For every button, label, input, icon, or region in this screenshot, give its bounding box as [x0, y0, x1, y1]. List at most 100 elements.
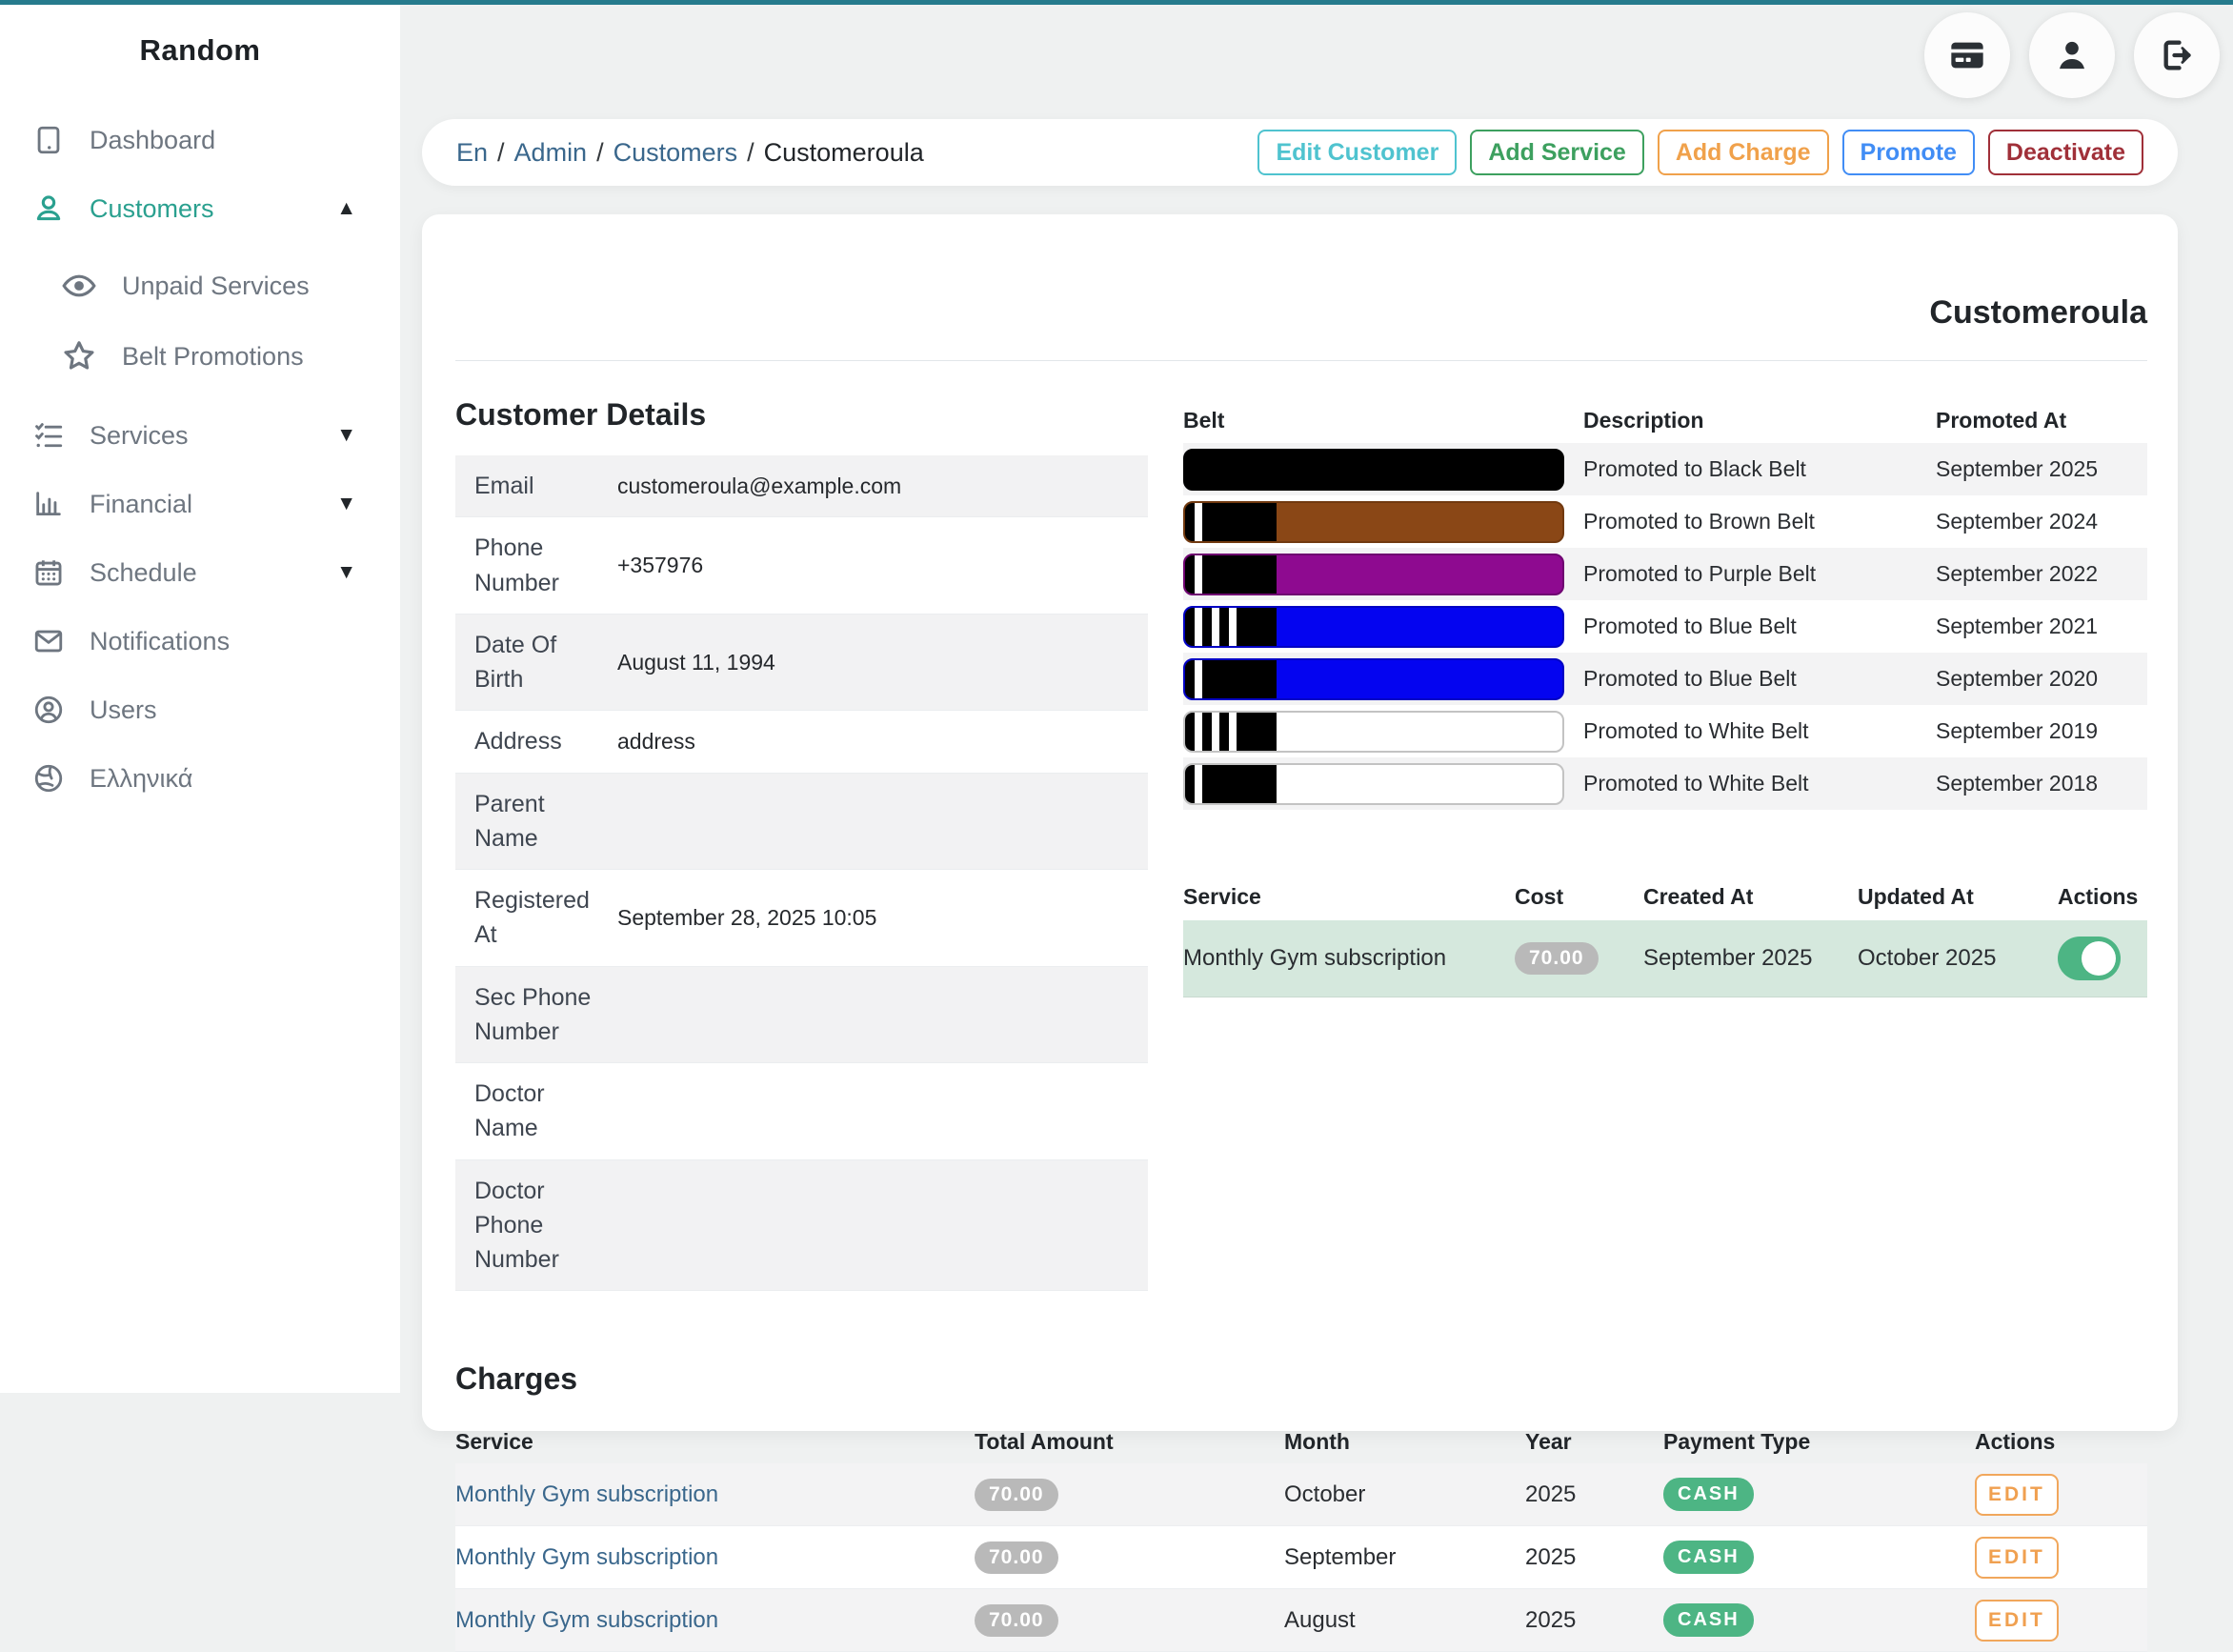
person-icon: [36, 195, 61, 221]
detail-label: Parent Name: [474, 790, 545, 852]
belt-table-header: Belt Description Promoted At: [1183, 397, 2147, 443]
belt-promoted-at: September 2021: [1936, 614, 2099, 638]
eye-icon: [62, 274, 96, 297]
deactivate-button[interactable]: Deactivate: [1987, 130, 2143, 175]
payment-type-badge: CASH: [1663, 1603, 1754, 1638]
sidebar-item-customers[interactable]: Customers ▲: [0, 174, 400, 243]
col-header-payment-type: Payment Type: [1663, 1428, 1811, 1454]
edit-customer-button[interactable]: Edit Customer: [1257, 130, 1458, 175]
edit-charge-button[interactable]: EDIT: [1975, 1473, 2059, 1516]
charge-row: Monthly Gym subscription 70.00 October 2…: [455, 1463, 2147, 1527]
charge-year: 2025: [1525, 1606, 1577, 1633]
charge-row: Monthly Gym subscription 70.00 September…: [455, 1526, 2147, 1590]
detail-row-phone: Phone Number +357976: [455, 517, 1148, 614]
service-updated-at: October 2025: [1858, 945, 1997, 971]
col-header-updated-at: Updated At: [1858, 883, 1974, 909]
detail-value: September 28, 2025 10:05: [617, 904, 877, 930]
page-title: Customeroula: [1929, 294, 2147, 331]
sidebar-item-label: Customers: [90, 193, 214, 223]
breadcrumb-link-customers[interactable]: Customers: [614, 138, 738, 167]
customer-action-buttons: Edit Customer Add Service Add Charge Pro…: [1257, 130, 2143, 175]
sidebar-item-dashboard[interactable]: Dashboard: [0, 106, 400, 174]
sidebar-item-financial[interactable]: Financial ▼: [0, 470, 400, 538]
detail-label: Registered At: [474, 887, 590, 949]
brand-logo: Random: [139, 33, 261, 67]
tablet-icon: [37, 126, 60, 154]
breadcrumb: En / Admin / Customers / Customeroula: [456, 138, 924, 168]
col-header-promoted-at: Promoted At: [1936, 407, 2067, 433]
belt-description: Promoted to Brown Belt: [1583, 509, 1815, 534]
charge-service-link[interactable]: Monthly Gym subscription: [455, 1607, 718, 1633]
black-belt-graphic: [1183, 448, 1564, 491]
sidebar-item-services[interactable]: Services ▼: [0, 401, 400, 470]
belt-row: Promoted to White Belt September 2018: [1183, 757, 2147, 810]
caret-down-icon: ▼: [336, 493, 356, 514]
sidebar-item-belt-promotions[interactable]: Belt Promotions: [0, 321, 400, 392]
breadcrumb-separator: /: [497, 137, 505, 167]
breadcrumb-link-admin[interactable]: Admin: [514, 138, 588, 167]
charge-service-link[interactable]: Monthly Gym subscription: [455, 1481, 718, 1507]
detail-label: Email: [474, 473, 534, 499]
checklist-icon: [35, 423, 63, 448]
belt-row: Promoted to Brown Belt September 2024: [1183, 495, 2147, 548]
col-header-description: Description: [1583, 407, 1704, 433]
logout-button[interactable]: [2134, 12, 2220, 98]
sidebar-item-label: Unpaid Services: [122, 271, 310, 300]
belt-promoted-at: September 2020: [1936, 666, 2099, 691]
detail-value: August 11, 1994: [617, 649, 775, 675]
detail-label: Doctor Name: [474, 1080, 545, 1142]
credit-card-icon: [1951, 42, 1983, 69]
star-icon: [64, 341, 94, 370]
envelope-icon: [34, 630, 63, 653]
col-header-belt: Belt: [1183, 407, 1225, 433]
breadcrumb-current: Customeroula: [763, 137, 924, 167]
edit-charge-button[interactable]: EDIT: [1975, 1599, 2059, 1642]
detail-row-dob: Date Of Birth August 11, 1994: [455, 614, 1148, 712]
col-header-service: Service: [455, 1428, 533, 1454]
add-charge-button[interactable]: Add Charge: [1657, 130, 1829, 175]
belt-description: Promoted to White Belt: [1583, 771, 1809, 796]
edit-charge-button[interactable]: EDIT: [1975, 1536, 2059, 1579]
sidebar-item-language-greek[interactable]: Ελληνικά: [0, 744, 400, 813]
amount-badge: 70.00: [975, 1603, 1058, 1637]
white-belt-graphic: [1183, 710, 1564, 753]
add-service-button[interactable]: Add Service: [1470, 130, 1644, 175]
caret-up-icon: ▲: [336, 197, 356, 219]
white-belt-graphic: [1183, 762, 1564, 805]
detail-row-doctor-phone: Doctor Phone Number: [455, 1159, 1148, 1292]
promote-button[interactable]: Promote: [1841, 130, 1975, 175]
toggle-knob: [2082, 941, 2116, 976]
sidebar-item-users[interactable]: Users: [0, 675, 400, 744]
detail-label: Date Of Birth: [474, 631, 557, 693]
belt-row: Promoted to Black Belt September 2025: [1183, 443, 2147, 495]
col-header-actions: Actions: [2058, 883, 2139, 909]
belt-description: Promoted to White Belt: [1583, 718, 1809, 743]
sidebar-item-unpaid-services[interactable]: Unpaid Services: [0, 251, 400, 321]
charge-month: September: [1284, 1543, 1397, 1570]
detail-row-parent-name: Parent Name: [455, 773, 1148, 870]
charge-service-link[interactable]: Monthly Gym subscription: [455, 1544, 718, 1570]
col-header-total-amount: Total Amount: [975, 1428, 1114, 1454]
detail-row-address: Address address: [455, 711, 1148, 774]
services-table: Service Cost Created At Updated At Actio…: [1183, 873, 2147, 997]
detail-value: address: [617, 728, 695, 754]
sidebar-item-label: Dashboard: [90, 125, 216, 154]
blue-belt-graphic: [1183, 605, 1564, 648]
sidebar-item-notifications[interactable]: Notifications: [0, 607, 400, 675]
charge-row: Monthly Gym subscription 70.00 August 20…: [455, 1589, 2147, 1652]
logout-icon: [2163, 40, 2191, 71]
breadcrumb-link-en[interactable]: En: [456, 138, 488, 167]
service-active-toggle[interactable]: [2058, 937, 2121, 980]
customer-details-heading: Customer Details: [455, 397, 707, 432]
col-header-month: Month: [1284, 1428, 1350, 1454]
detail-value: customeroula@example.com: [617, 473, 902, 498]
belt-table: Belt Description Promoted At Promoted to…: [1183, 397, 2147, 810]
profile-button[interactable]: [2029, 12, 2115, 98]
detail-label: Phone Number: [474, 534, 559, 596]
customer-card: Customeroula Customer Details Email cust…: [422, 214, 2178, 1652]
sidebar-item-schedule[interactable]: Schedule ▼: [0, 538, 400, 607]
payments-button[interactable]: [1924, 12, 2010, 98]
col-header-created-at: Created At: [1643, 883, 1754, 909]
belt-promoted-at: September 2024: [1936, 509, 2099, 534]
sidebar-item-label: Belt Promotions: [122, 341, 304, 371]
